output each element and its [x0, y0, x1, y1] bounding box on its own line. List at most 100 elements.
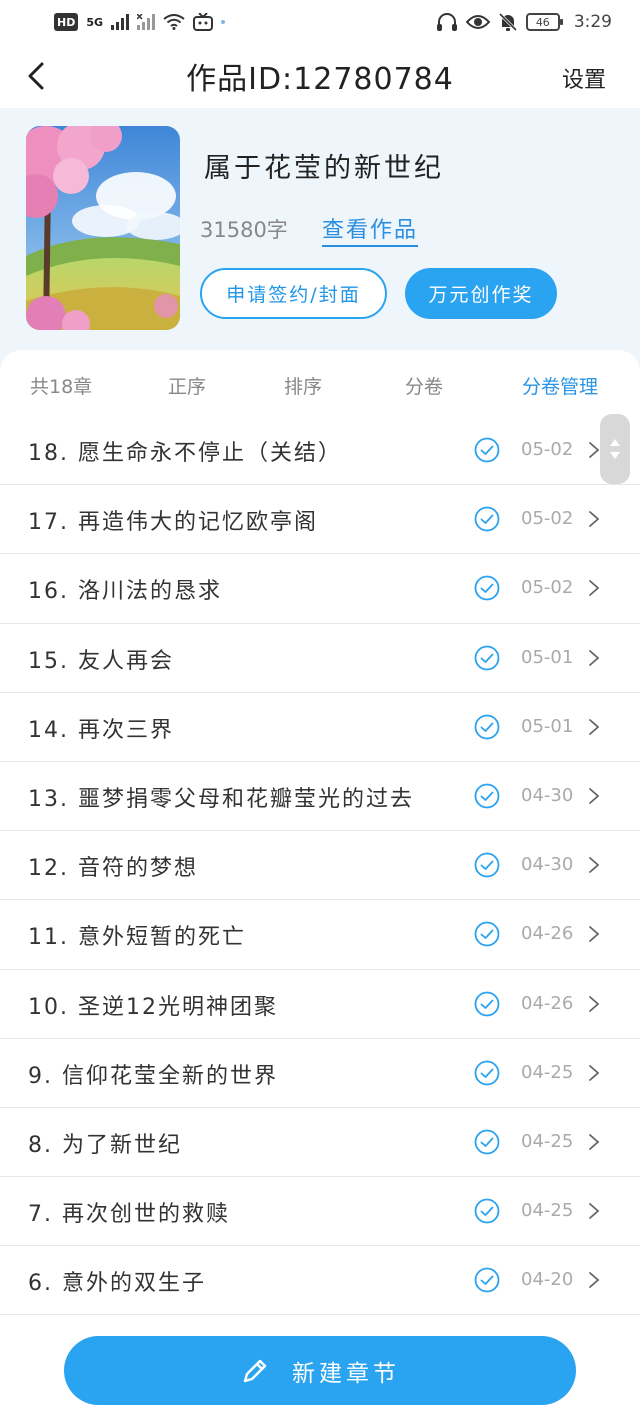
new-chapter-label: 新建章节	[292, 1360, 400, 1387]
chapter-row[interactable]: 9. 信仰花莹全新的世界 04-25	[0, 1039, 640, 1108]
eye-icon	[465, 15, 490, 29]
chapter-count: 共18章	[30, 376, 93, 398]
cover-image[interactable]	[26, 126, 180, 330]
headphones-icon	[436, 13, 457, 31]
battery-icon: 46	[525, 13, 563, 31]
published-check-icon	[474, 852, 500, 878]
chapter-title: 7. 再次创世的救赎	[28, 1202, 230, 1228]
chevron-right-icon	[589, 511, 600, 528]
work-header: 属于花莹的新世纪 31580字 查看作品 申请签约/封面 万元创作奖	[0, 108, 640, 368]
chapter-row[interactable]: 13. 噩梦捐零父母和花瓣莹光的过去 04-30	[0, 762, 640, 832]
chevron-right-icon	[589, 857, 600, 874]
chapter-date: 04-26	[521, 992, 574, 1014]
chapter-row[interactable]: 12. 音符的梦想 04-30	[0, 831, 640, 901]
chevron-right-icon	[589, 1203, 600, 1219]
chapter-toolbar: 共18章 正序 排序 分卷 分卷管理	[0, 350, 640, 416]
chapter-title: 10. 圣逆12光明神团聚	[28, 994, 278, 1020]
chevron-right-icon	[589, 1272, 600, 1289]
published-check-icon	[474, 575, 500, 601]
chapter-row[interactable]: 8. 为了新世纪 04-25	[0, 1108, 640, 1178]
notification-dot-icon	[221, 20, 226, 24]
chapter-row[interactable]: 7. 再次创世的救赎 04-25	[0, 1177, 640, 1247]
chevron-right-icon	[589, 926, 600, 943]
published-check-icon	[474, 1060, 500, 1086]
chapter-date: 04-30	[521, 854, 574, 876]
chevron-right-icon	[589, 788, 600, 804]
order-button[interactable]: 正序	[168, 372, 206, 399]
wifi-icon	[163, 14, 185, 30]
chapter-date: 04-20	[521, 1269, 574, 1291]
fast-scroll-handle[interactable]	[600, 414, 630, 484]
published-check-icon	[474, 1267, 500, 1293]
signal-no-sim-icon	[137, 14, 156, 30]
mute-bell-icon	[498, 12, 517, 32]
tv-app-icon	[193, 13, 214, 31]
volume-button[interactable]: 分卷	[405, 372, 443, 399]
published-check-icon	[474, 991, 500, 1016]
cover-illustration	[26, 126, 180, 330]
chevron-right-icon	[589, 649, 600, 666]
sort-button[interactable]: 排序	[284, 372, 322, 399]
chapter-row[interactable]: 14. 再次三界 05-01	[0, 693, 640, 762]
new-chapter-button[interactable]: 新建章节	[64, 1336, 576, 1405]
chapter-row[interactable]: 10. 圣逆12光明神团聚 04-26	[0, 970, 640, 1039]
arrow-down-icon	[610, 452, 620, 459]
signal-icon	[111, 14, 130, 30]
published-check-icon	[474, 645, 500, 670]
chapter-title: 8. 为了新世纪	[28, 1132, 182, 1158]
chapter-panel: 共18章 正序 排序 分卷 分卷管理 18. 愿生命永不停止（关结） 05-02…	[0, 350, 640, 1422]
chapter-date: 05-02	[521, 508, 574, 530]
published-check-icon	[474, 506, 500, 532]
chapter-list: 18. 愿生命永不停止（关结） 05-02 17. 再造伟大的记忆欧亭阁 05-…	[0, 416, 640, 1316]
chapter-row[interactable]: 15. 友人再会 05-01	[0, 624, 640, 693]
status-left: HD 5G	[54, 13, 226, 31]
chapter-row[interactable]: 16. 洛川法的恳求 05-02	[0, 554, 640, 624]
chapter-title: 17. 再造伟大的记忆欧亭阁	[28, 510, 318, 536]
chevron-right-icon	[589, 995, 600, 1012]
chapter-date: 05-02	[521, 577, 574, 599]
chapter-row[interactable]: 11. 意外短暂的死亡 04-26	[0, 900, 640, 970]
chapter-row[interactable]: 17. 再造伟大的记忆欧亭阁 05-02	[0, 485, 640, 555]
published-check-icon	[474, 1129, 500, 1155]
creation-award-button[interactable]: 万元创作奖	[405, 268, 557, 319]
chevron-right-icon	[589, 580, 600, 597]
chapter-title: 6. 意外的双生子	[28, 1271, 206, 1297]
published-check-icon	[474, 783, 500, 809]
volume-manage-button[interactable]: 分卷管理	[522, 372, 598, 399]
chapter-date: 04-25	[521, 1200, 574, 1222]
chapter-date: 05-01	[521, 646, 574, 668]
word-count: 31580字	[200, 218, 288, 242]
chevron-right-icon	[589, 718, 600, 735]
published-check-icon	[474, 921, 500, 947]
settings-button[interactable]: 设置	[562, 62, 606, 94]
chapter-title: 9. 信仰花莹全新的世界	[28, 1063, 278, 1089]
chapter-date: 05-01	[521, 715, 574, 737]
chapter-title: 13. 噩梦捐零父母和花瓣莹光的过去	[28, 786, 414, 812]
view-work-link[interactable]: 查看作品	[322, 212, 419, 247]
pencil-icon	[243, 1359, 267, 1382]
hd-badge: HD	[54, 13, 79, 31]
back-button[interactable]	[18, 58, 54, 94]
chapter-title: 16. 洛川法的恳求	[28, 579, 222, 605]
chapter-title: 11. 意外短暂的死亡	[28, 925, 246, 951]
published-check-icon	[474, 437, 500, 463]
chapter-date: 04-30	[521, 784, 574, 806]
chevron-left-icon	[28, 62, 44, 90]
chapter-row[interactable]: 6. 意外的双生子 04-20	[0, 1246, 640, 1316]
chapter-row[interactable]: 18. 愿生命永不停止（关结） 05-02	[0, 416, 640, 486]
status-bar: HD 5G 46 3:29	[0, 0, 640, 44]
nav-bar: 作品ID:12780784 设置	[0, 44, 640, 108]
apply-sign-button[interactable]: 申请签约/封面	[200, 268, 387, 319]
chevron-right-icon	[589, 1064, 600, 1081]
arrow-up-icon	[610, 439, 620, 446]
chevron-right-icon	[589, 1133, 600, 1150]
status-time: 3:29	[573, 12, 612, 32]
chapter-title: 12. 音符的梦想	[28, 856, 198, 882]
chapter-date: 04-25	[521, 1061, 574, 1083]
published-check-icon	[474, 1198, 500, 1224]
page-title: 作品ID:12780784	[186, 62, 454, 97]
chapter-title: 15. 友人再会	[28, 648, 174, 674]
work-title: 属于花莹的新世纪	[204, 153, 444, 184]
chapter-date: 04-25	[521, 1130, 574, 1152]
chapter-title: 18. 愿生命永不停止（关结）	[28, 441, 342, 466]
